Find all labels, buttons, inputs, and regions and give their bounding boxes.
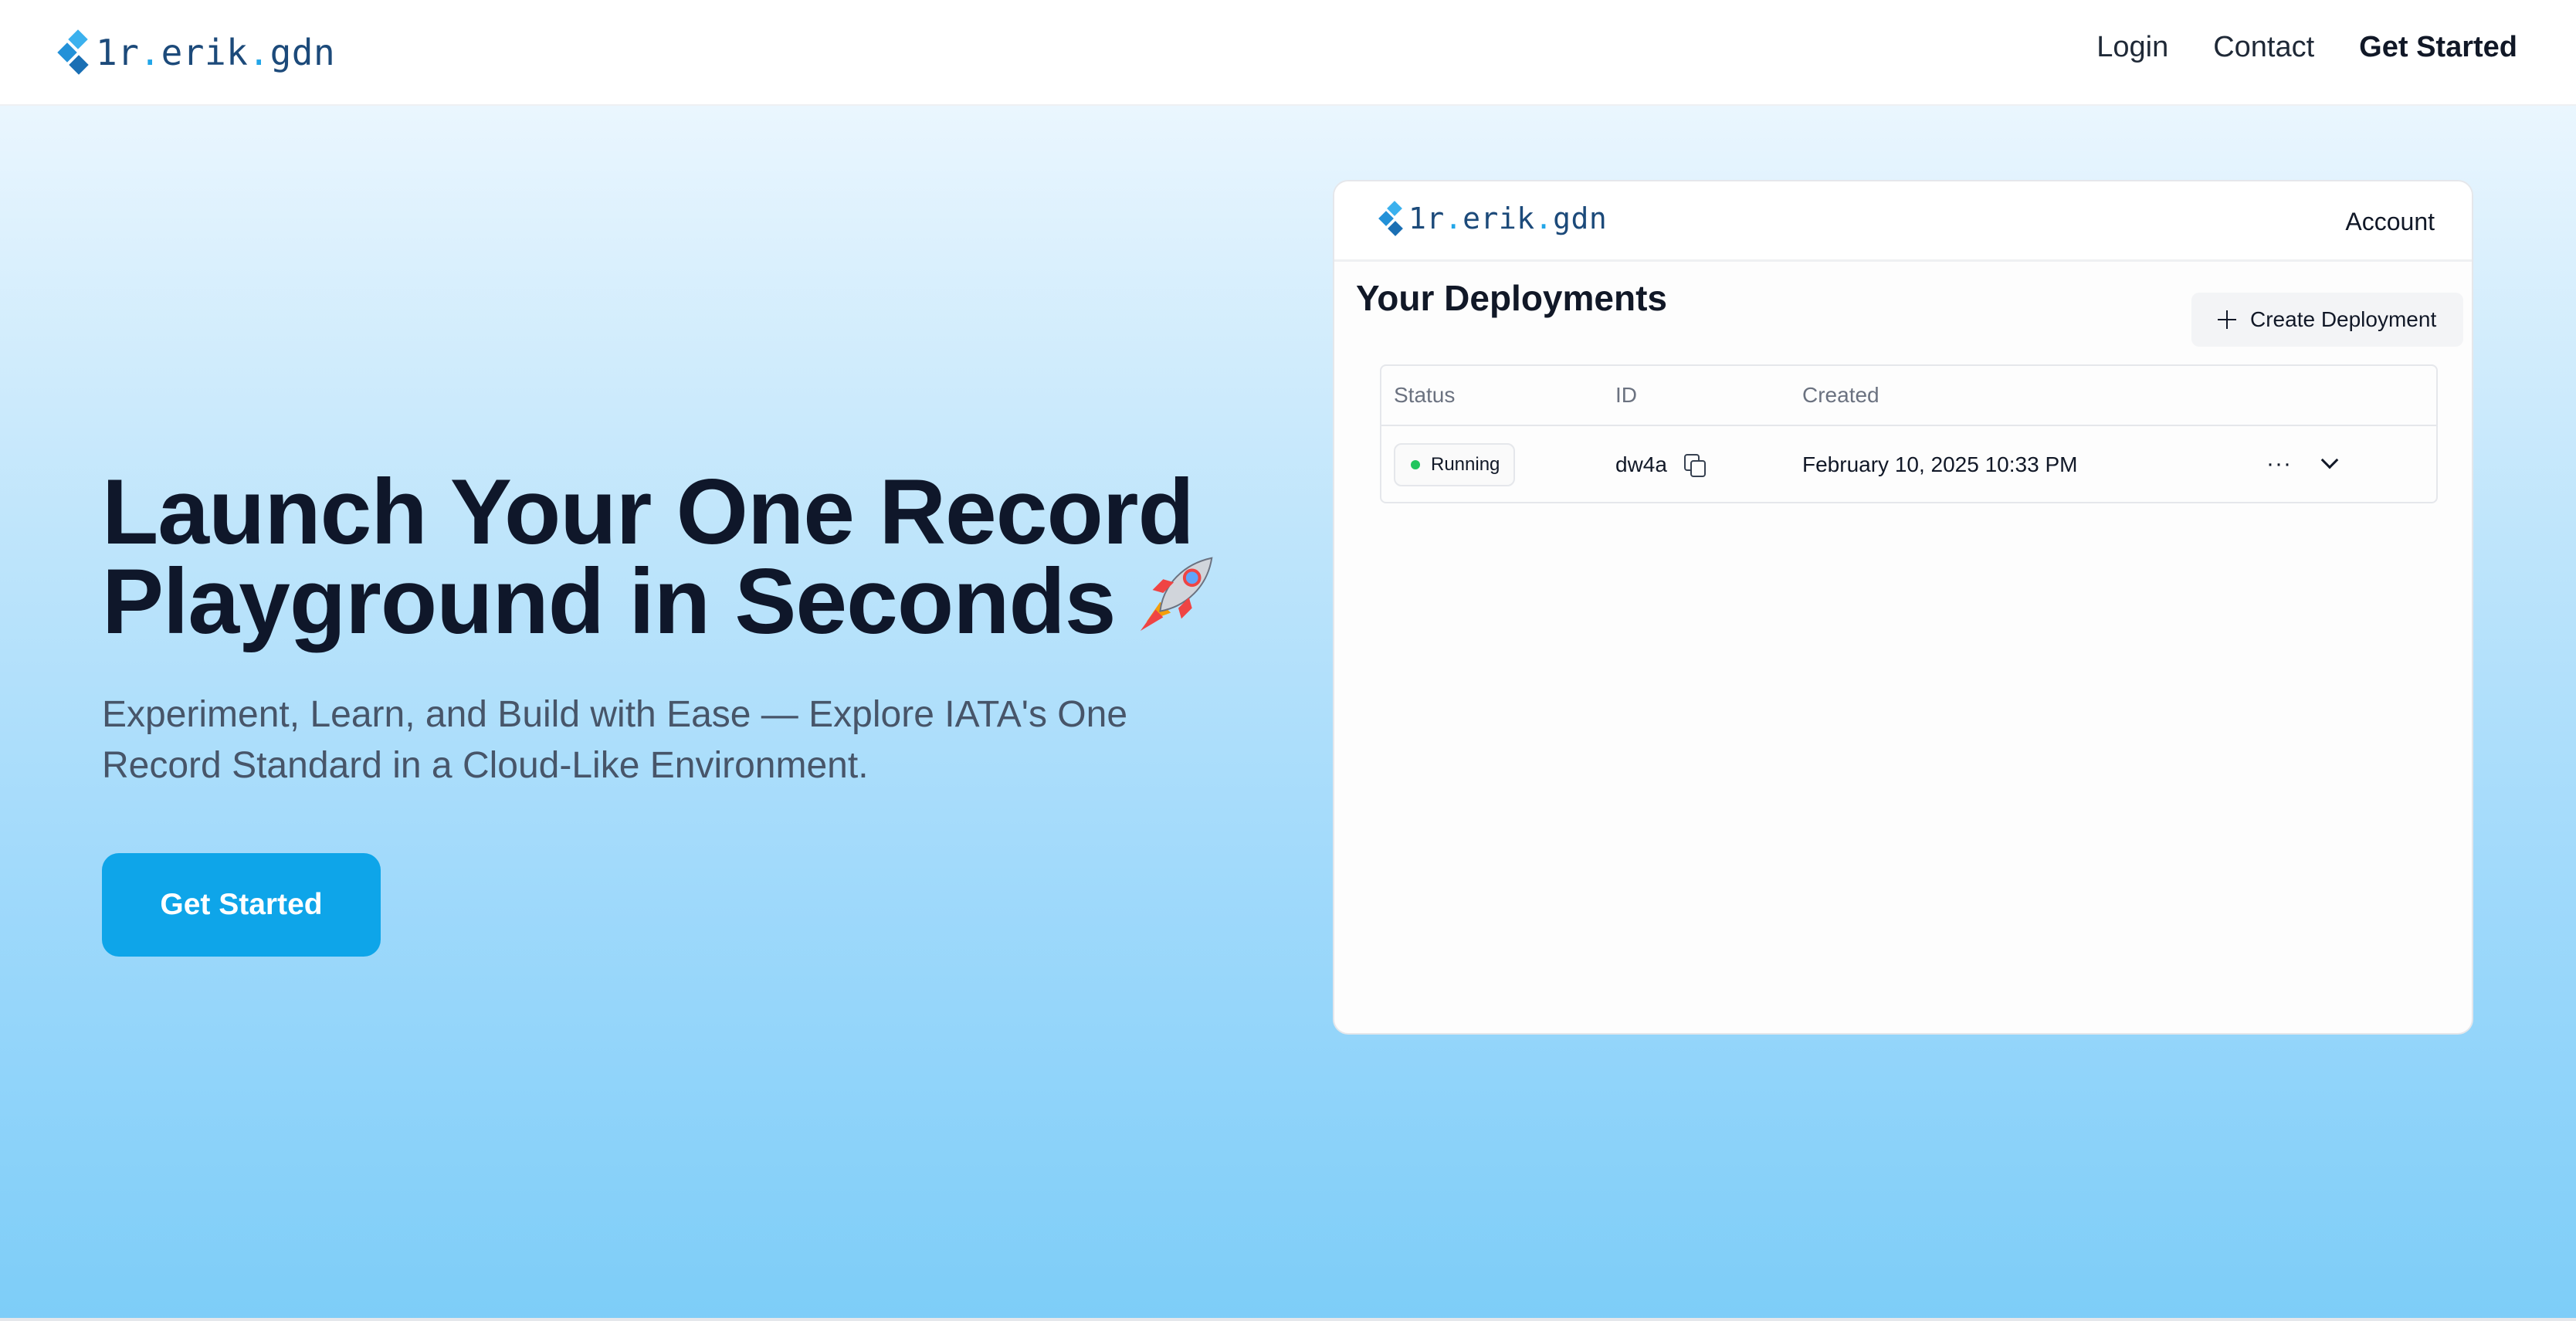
logo-text: 1r.erik.gdn	[96, 32, 336, 73]
headline-line-1: Launch Your One Record	[102, 460, 1195, 564]
status-label: Running	[1431, 454, 1500, 475]
column-header-id: ID	[1615, 383, 1637, 407]
create-deployment-label: Create Deployment	[2250, 307, 2437, 331]
rocket-icon	[1131, 547, 1225, 652]
deployments-title: Your Deployments	[1356, 278, 1667, 318]
app-preview-card: 1r.erik.gdn Account Your Deployments Cre…	[1333, 180, 2473, 1035]
more-icon[interactable]: ···	[2266, 451, 2292, 477]
status-badge: Running	[1394, 443, 1516, 486]
page-bottom-divider	[0, 1318, 2576, 1321]
status-dot-icon	[1411, 460, 1420, 469]
brand-logo[interactable]: 1r.erik.gdn	[57, 29, 336, 75]
deployment-created: February 10, 2025 10:33 PM	[1802, 452, 2078, 476]
top-navigation-bar: 1r.erik.gdn Login Contact Get Started	[0, 0, 2576, 106]
account-link[interactable]: Account	[2345, 208, 2435, 236]
preview-logo-text: 1r.erik.gdn	[1408, 202, 1608, 235]
create-deployment-button[interactable]: Create Deployment	[2191, 293, 2463, 347]
plus-icon	[2218, 310, 2236, 329]
column-header-created: Created	[1802, 383, 1879, 407]
nav-contact-link[interactable]: Contact	[2213, 31, 2314, 64]
chevron-down-icon[interactable]	[2322, 456, 2336, 469]
nav-login-link[interactable]: Login	[2096, 31, 2168, 64]
hero-subtitle: Experiment, Learn, and Build with Ease —…	[102, 694, 1128, 786]
column-header-status: Status	[1394, 383, 1456, 407]
get-started-button[interactable]: Get Started	[102, 853, 381, 957]
preview-brand-logo[interactable]: 1r.erik.gdn	[1378, 200, 1608, 237]
logo-mark-icon	[57, 29, 94, 75]
headline-line-2: Playground in Seconds	[102, 550, 1117, 653]
table-header: Status ID Created	[1381, 366, 2436, 426]
nav-get-started-link[interactable]: Get Started	[2359, 31, 2517, 64]
copy-icon[interactable]	[1684, 454, 1707, 477]
preview-header: 1r.erik.gdn Account	[1334, 181, 2472, 262]
nav-links: Login Contact Get Started	[2096, 31, 2517, 64]
deployments-table: Status ID Created Running dw4a February …	[1380, 364, 2438, 503]
hero-headline: Launch Your One Record Playground in Sec…	[102, 466, 1307, 653]
deployment-id: dw4a	[1615, 452, 1667, 476]
table-row[interactable]: Running dw4a February 10, 2025 10:33 PM …	[1381, 426, 2436, 503]
logo-mark-icon	[1378, 200, 1408, 237]
